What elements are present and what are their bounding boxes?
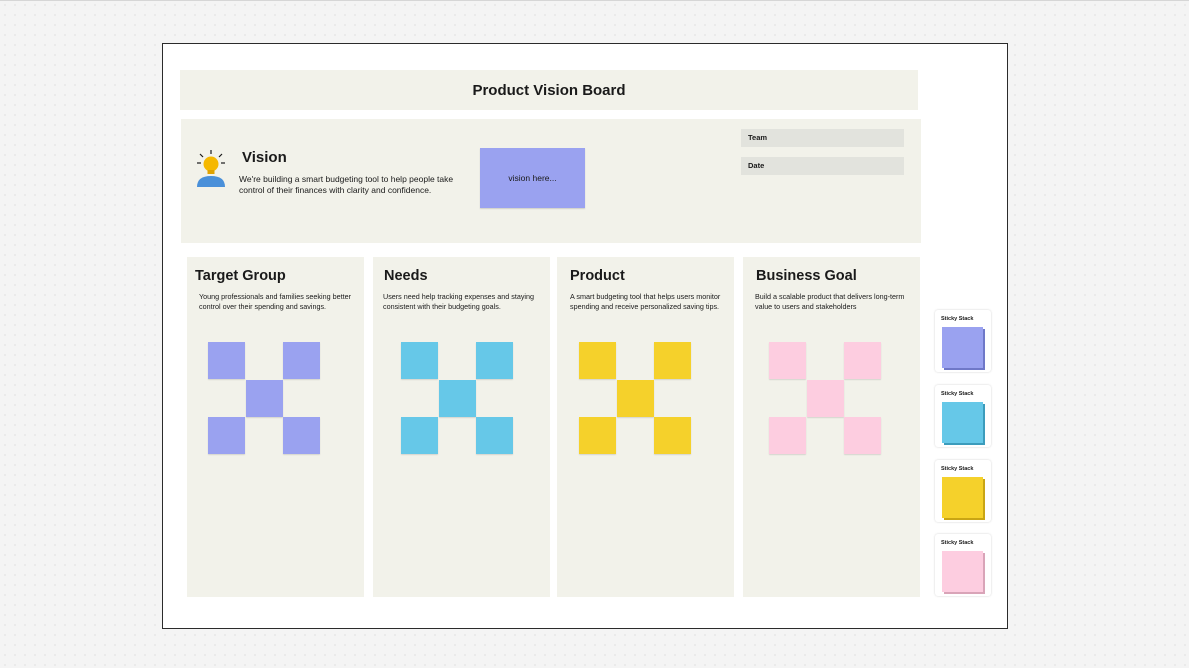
- vision-sticky-text: vision here...: [508, 173, 557, 183]
- team-label: Team: [748, 133, 768, 142]
- needs-column: Needs Users need help tracking expenses …: [373, 257, 550, 597]
- sticky-note[interactable]: [438, 379, 476, 417]
- vision-description[interactable]: We're building a smart budgeting tool to…: [239, 174, 469, 196]
- sticky-stack-yellow[interactable]: Sticky Stack: [935, 460, 991, 522]
- sticky-stack-square[interactable]: [942, 402, 983, 443]
- sticky-note[interactable]: [476, 342, 513, 379]
- business-goal-column: Business Goal Build a scalable product t…: [743, 257, 920, 597]
- sticky-note[interactable]: [769, 342, 806, 379]
- sticky-stack-square[interactable]: [942, 327, 983, 368]
- sticky-stack-label: Sticky Stack: [941, 391, 974, 397]
- needs-description[interactable]: Users need help tracking expenses and st…: [383, 292, 543, 311]
- lightbulb-person-icon: [197, 150, 225, 187]
- board-title[interactable]: Product Vision Board: [472, 82, 625, 99]
- sticky-note[interactable]: [806, 379, 844, 417]
- product-title: Product: [570, 268, 625, 284]
- sticky-note[interactable]: [616, 379, 654, 417]
- sticky-note[interactable]: [283, 417, 320, 454]
- board-title-bar: Product Vision Board: [180, 70, 918, 110]
- sticky-note[interactable]: [208, 417, 245, 454]
- team-field[interactable]: Team: [741, 129, 904, 147]
- sticky-stack-label: Sticky Stack: [941, 540, 974, 546]
- sticky-note[interactable]: [769, 417, 806, 454]
- business-goal-description[interactable]: Build a scalable product that delivers l…: [755, 292, 915, 311]
- sticky-note[interactable]: [654, 342, 691, 379]
- vision-board-frame[interactable]: Product Vision Board Vision We're buildi…: [162, 43, 1008, 629]
- sticky-note[interactable]: [579, 342, 616, 379]
- top-divider: [0, 0, 1189, 1]
- sticky-note[interactable]: [844, 417, 881, 454]
- target-group-column: Target Group Young professionals and fam…: [187, 257, 364, 597]
- sticky-note[interactable]: [208, 342, 245, 379]
- date-field[interactable]: Date: [741, 157, 904, 175]
- sticky-stack-label: Sticky Stack: [941, 316, 974, 322]
- sticky-note[interactable]: [401, 417, 438, 454]
- sticky-note[interactable]: [401, 342, 438, 379]
- sticky-stack-pink[interactable]: Sticky Stack: [935, 534, 991, 596]
- vision-section: Vision We're building a smart budgeting …: [181, 119, 921, 243]
- sticky-stack-label: Sticky Stack: [941, 466, 974, 472]
- sticky-note[interactable]: [844, 342, 881, 379]
- sticky-note[interactable]: [476, 417, 513, 454]
- needs-title: Needs: [384, 268, 428, 284]
- date-label: Date: [748, 161, 765, 170]
- sticky-note[interactable]: [654, 417, 691, 454]
- product-column: Product A smart budgeting tool that help…: [557, 257, 734, 597]
- sticky-note[interactable]: [579, 417, 616, 454]
- vision-heading: Vision: [242, 149, 287, 166]
- business-goal-title: Business Goal: [756, 268, 857, 284]
- target-group-description[interactable]: Young professionals and families seeking…: [199, 292, 359, 311]
- product-description[interactable]: A smart budgeting tool that helps users …: [570, 292, 730, 311]
- sticky-stack-blue[interactable]: Sticky Stack: [935, 385, 991, 447]
- sticky-note[interactable]: [245, 379, 283, 417]
- vision-sticky-note[interactable]: vision here...: [480, 148, 585, 208]
- target-group-title: Target Group: [195, 268, 286, 284]
- sticky-note[interactable]: [283, 342, 320, 379]
- sticky-stack-square[interactable]: [942, 477, 983, 518]
- sticky-stack-square[interactable]: [942, 551, 983, 592]
- sticky-stack-purple[interactable]: Sticky Stack: [935, 310, 991, 372]
